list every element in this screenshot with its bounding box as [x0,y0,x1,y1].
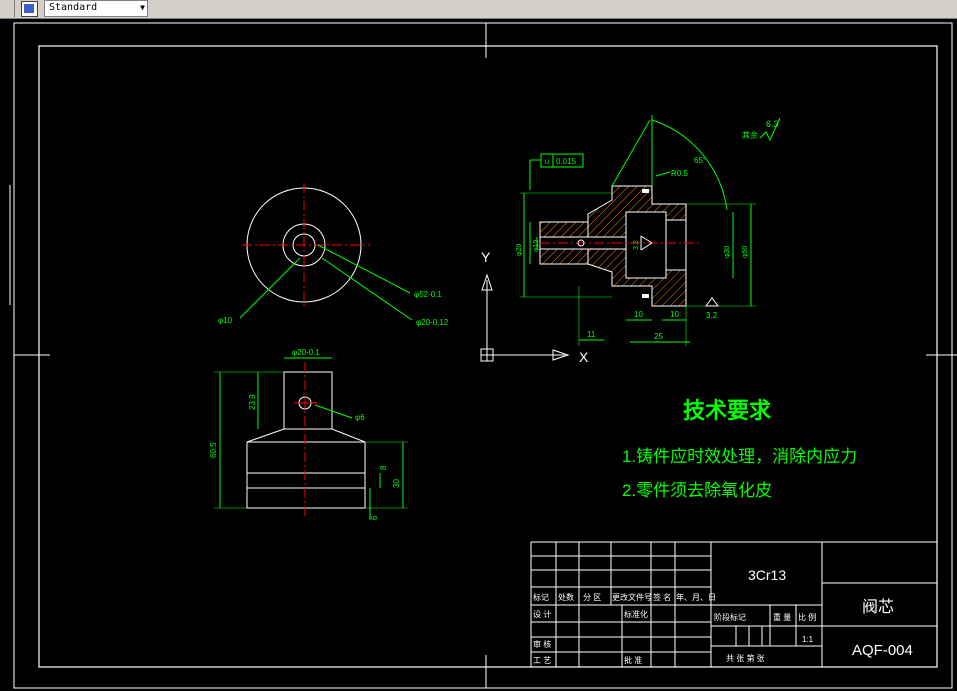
dim-bottom-25: 25 [654,332,663,341]
tolerance-symbol: ∪ [544,157,550,166]
row-label-change: 更改文件号 [612,592,652,602]
dim-section-left-b: φ10 [533,240,540,252]
dim-bottom-10a: 10 [634,310,643,319]
text-style-value: Standard [49,2,98,13]
dim-top-inner: φ10 [218,316,233,325]
surface-finish-label: 其余 [742,130,758,140]
dim-section-left-c: φ20 [516,244,523,256]
dim-front-side-a: 8 [379,465,388,470]
cad-application: Standard ▼ φ10 φ52-0.1 φ20-0.12 φ6 φ20-0… [0,0,957,691]
surface-finish-b: 3.2 [706,311,718,320]
dim-radius: R0.5 [671,169,688,178]
drawing-canvas[interactable]: φ10 φ52-0.1 φ20-0.12 φ6 φ20-0.1 23.9 60.… [0,19,957,691]
dim-top-outer-a: φ52-0.1 [414,290,442,299]
dim-section-right-b: φ50 [742,246,749,258]
text-style-select[interactable]: Standard ▼ [44,0,148,17]
axis-x-label: X [579,349,589,365]
dim-front-side-c: 6 [370,515,379,520]
axis-y-label: Y [481,249,491,265]
part-name: 阀芯 [862,598,894,616]
dim-front-height-a: 23.9 [248,394,257,410]
row-label-mark: 标记 [533,592,549,602]
dim-front-hole: φ6 [355,413,365,422]
inner-frame [38,45,938,668]
approve-label: 批 准 [624,655,642,665]
process-label: 工 艺 [533,656,551,665]
toolbar-grip[interactable] [0,0,15,17]
row-label-date: 年、月、日 [676,592,716,602]
chevron-down-icon[interactable]: ▼ [140,1,145,15]
stage-mark-label: 阶段标记 [714,612,746,622]
front-view: φ6 φ20-0.1 23.9 60.5 8 30 6 [209,348,408,520]
dim-section-right-a: φ30 [724,246,731,258]
dim-angle: 65° [694,156,706,165]
tech-title: 技术要求 [683,398,771,423]
dim-front-height-total: 60.5 [209,442,218,458]
section-view: φ20 φ10 3.2 ∪ 0.015 φ30 φ50 65° R0.5 11 … [516,115,781,346]
dim-front-top-width: φ20-0.1 [292,348,320,357]
ucs-axes: Y X [480,249,589,365]
dim-front-side-b: 30 [392,479,401,488]
title-block-text: 3Cr13 阀芯 AQF-004 1:1 标记 处数 分 区 更改文件号 签 名… [533,567,913,665]
drawing-number: AQF-004 [852,642,913,659]
weight-label: 重 量 [773,612,791,622]
design-label: 设 计 [533,609,551,619]
surface-finish-a: 6.3 [766,119,779,129]
material: 3Cr13 [748,567,786,583]
dim-section-inner: 3.2 [633,240,640,250]
dim-bottom-11: 11 [587,330,596,339]
text-style-icon[interactable] [21,1,38,17]
row-label-sign: 签 名 [653,592,671,602]
toolbar: Standard ▼ [0,0,957,19]
ratio-label: 比 例 [798,612,816,622]
tolerance-value: 0.015 [556,157,577,166]
tech-item-2: 2.零件须去除氧化皮 [622,481,772,500]
row-label-count: 处数 [558,592,574,602]
sheets-label: 共 张 第 张 [726,653,765,663]
standardize-label: 标准化 [624,609,648,619]
scale: 1:1 [802,635,814,644]
row-label-zone: 分 区 [583,593,601,602]
tech-item-1: 1.铸件应时效处理，消除内应力 [622,447,857,466]
review-label: 审 核 [533,639,551,649]
surface-finish-b-icon [705,297,719,307]
dim-top-outer-b: φ20-0.12 [416,318,449,327]
top-view: φ10 φ52-0.1 φ20-0.12 [218,183,449,327]
dim-bottom-10b: 10 [670,310,679,319]
tech-requirements: 技术要求 1.铸件应时效处理，消除内应力 2.零件须去除氧化皮 [622,398,857,500]
